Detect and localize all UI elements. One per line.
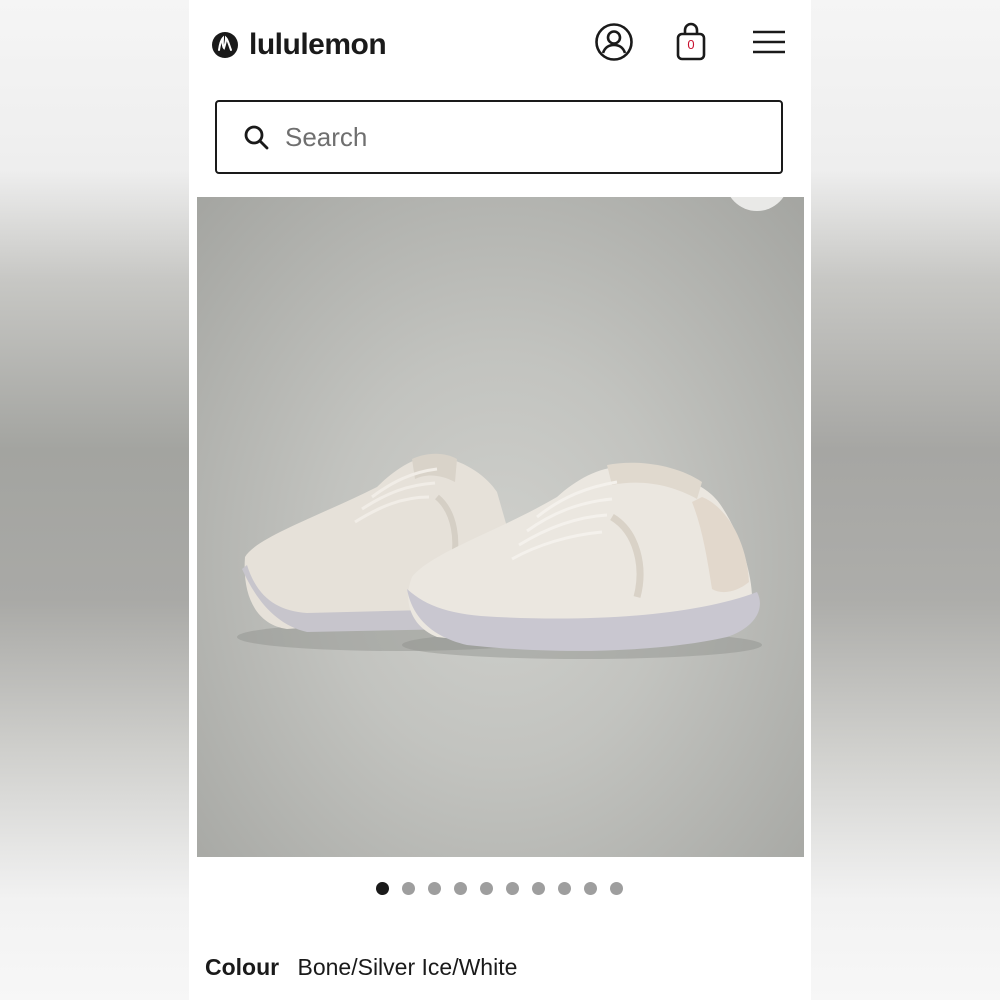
carousel-dot[interactable]	[506, 882, 519, 895]
carousel-dot[interactable]	[428, 882, 441, 895]
hamburger-menu-icon	[753, 30, 785, 54]
account-icon	[595, 23, 633, 61]
carousel-dot[interactable]	[610, 882, 623, 895]
search-bar[interactable]	[215, 100, 783, 174]
image-carousel-dots	[376, 882, 623, 895]
carousel-dot[interactable]	[376, 882, 389, 895]
brand-logo[interactable]: lululemon	[211, 28, 387, 61]
carousel-dot[interactable]	[402, 882, 415, 895]
shopping-bag-button[interactable]: 0	[669, 20, 713, 64]
colour-label: Colour	[205, 954, 280, 980]
site-header: lululemon 0	[189, 0, 811, 95]
background-blur-left	[0, 0, 189, 1000]
search-icon	[244, 125, 269, 150]
product-photo-shoes	[237, 453, 762, 659]
carousel-dot[interactable]	[584, 882, 597, 895]
search-input[interactable]	[283, 120, 767, 154]
bag-count-badge: 0	[687, 37, 695, 52]
colour-selection: Colour Bone/Silver Ice/White	[205, 954, 517, 981]
lululemon-logo-icon	[212, 32, 238, 58]
mobile-page: lululemon 0 Search Colour Bone/Silver Ic…	[189, 0, 811, 1000]
colour-value: Bone/Silver Ice/White	[297, 954, 518, 980]
background-blur-right	[811, 0, 1000, 1000]
carousel-dot[interactable]	[532, 882, 545, 895]
carousel-dot[interactable]	[558, 882, 571, 895]
menu-button[interactable]	[747, 20, 791, 64]
brand-name: lululemon	[249, 28, 387, 61]
product-image[interactable]	[197, 197, 804, 857]
carousel-dot[interactable]	[454, 882, 467, 895]
account-button[interactable]	[592, 20, 636, 64]
carousel-dot[interactable]	[480, 882, 493, 895]
